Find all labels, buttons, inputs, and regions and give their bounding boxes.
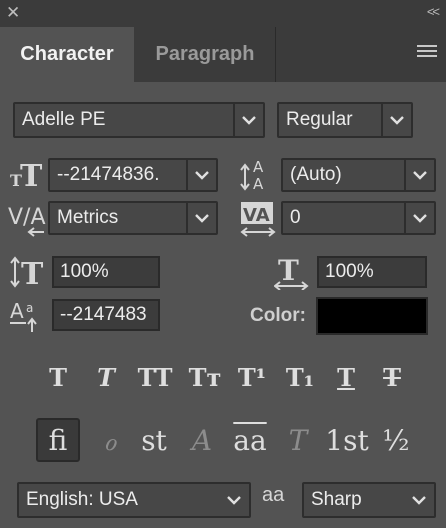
font-size-combo[interactable]: --21474836. <box>48 158 218 192</box>
chevron-down-icon[interactable] <box>381 104 411 136</box>
leading-combo[interactable]: (Auto) <box>281 158 436 192</box>
strikethrough-button[interactable]: T <box>374 360 410 394</box>
color-label: Color: <box>250 305 306 326</box>
chevron-down-icon[interactable] <box>219 484 249 516</box>
svg-text:V/A: V/A <box>8 205 46 230</box>
collapse-icon[interactable]: << <box>427 4 440 19</box>
superscript-button[interactable]: T¹ <box>234 360 270 394</box>
tab-paragraph[interactable]: Paragraph <box>135 27 275 82</box>
underline-button[interactable]: T <box>328 360 364 394</box>
font-size-value[interactable]: --21474836. <box>57 160 159 190</box>
svg-text:VA: VA <box>243 205 270 226</box>
vertical-scale-icon: T <box>10 256 46 292</box>
kerning-icon: V/A <box>8 200 46 238</box>
font-style-select[interactable]: Regular <box>277 102 413 138</box>
tab-character[interactable]: Character <box>0 27 134 82</box>
anti-aliasing-value: Sharp <box>311 489 362 510</box>
faux-italic-button[interactable]: T <box>88 360 124 394</box>
titling-alternates-button[interactable]: T <box>276 418 320 462</box>
kerning-value: Metrics <box>57 207 119 228</box>
ligatures-button[interactable]: ﬁ <box>36 418 80 462</box>
panel-menu-icon[interactable] <box>417 45 437 59</box>
tracking-combo[interactable]: 0 <box>281 201 436 235</box>
leading-value[interactable]: (Auto) <box>290 160 342 190</box>
svg-text:A: A <box>253 158 264 176</box>
language-select[interactable]: English: USA <box>17 482 251 518</box>
font-family-select[interactable]: Adelle PE <box>13 102 265 138</box>
small-caps-button[interactable]: Tт <box>184 360 226 394</box>
discretionary-ligatures-button[interactable]: ℴ <box>88 418 132 462</box>
tracking-value[interactable]: 0 <box>290 203 301 233</box>
language-value: English: USA <box>26 489 138 510</box>
chevron-down-icon[interactable] <box>186 160 216 190</box>
historical-ligatures-button[interactable]: st <box>132 418 176 462</box>
tab-divider <box>275 27 276 82</box>
svg-text:a: a <box>26 301 33 315</box>
svg-text:A: A <box>253 175 264 192</box>
font-style-value: Regular <box>286 109 353 130</box>
anti-aliasing-select[interactable]: Sharp <box>302 482 436 518</box>
font-size-icon: T T <box>10 158 44 194</box>
baseline-shift-input[interactable]: --2147483 <box>52 299 160 331</box>
baseline-shift-icon: A a <box>10 298 46 334</box>
svg-text:T: T <box>278 256 299 287</box>
close-icon[interactable]: ✕ <box>6 3 20 23</box>
chevron-down-icon[interactable] <box>233 104 263 136</box>
tracking-icon: VA <box>239 200 279 238</box>
horizontal-scale-icon: T <box>273 254 310 291</box>
leading-icon: A A <box>240 156 276 193</box>
horizontal-scale-input[interactable]: 100% <box>317 256 427 288</box>
faux-bold-button[interactable]: T <box>40 360 76 394</box>
anti-aliasing-icon: aa <box>262 484 285 506</box>
kerning-select[interactable]: Metrics <box>48 201 218 235</box>
vertical-scale-input[interactable]: 100% <box>52 256 160 288</box>
font-family-value: Adelle PE <box>22 109 106 130</box>
chevron-down-icon[interactable] <box>404 203 434 233</box>
panel-header <box>0 0 446 27</box>
all-caps-button[interactable]: TT <box>134 360 176 394</box>
chevron-down-icon[interactable] <box>404 160 434 190</box>
stylistic-alternates-button[interactable]: aa <box>228 418 272 462</box>
ordinals-button[interactable]: 1st <box>324 418 370 462</box>
svg-text:T: T <box>21 257 44 288</box>
svg-text:A: A <box>10 299 24 323</box>
svg-text:T: T <box>20 159 43 190</box>
subscript-button[interactable]: T₁ <box>282 360 318 394</box>
fractions-button[interactable]: ½ <box>374 418 418 462</box>
swash-button[interactable]: A <box>180 418 224 462</box>
chevron-down-icon[interactable] <box>186 203 216 233</box>
chevron-down-icon[interactable] <box>404 484 434 516</box>
color-swatch[interactable] <box>316 297 428 335</box>
